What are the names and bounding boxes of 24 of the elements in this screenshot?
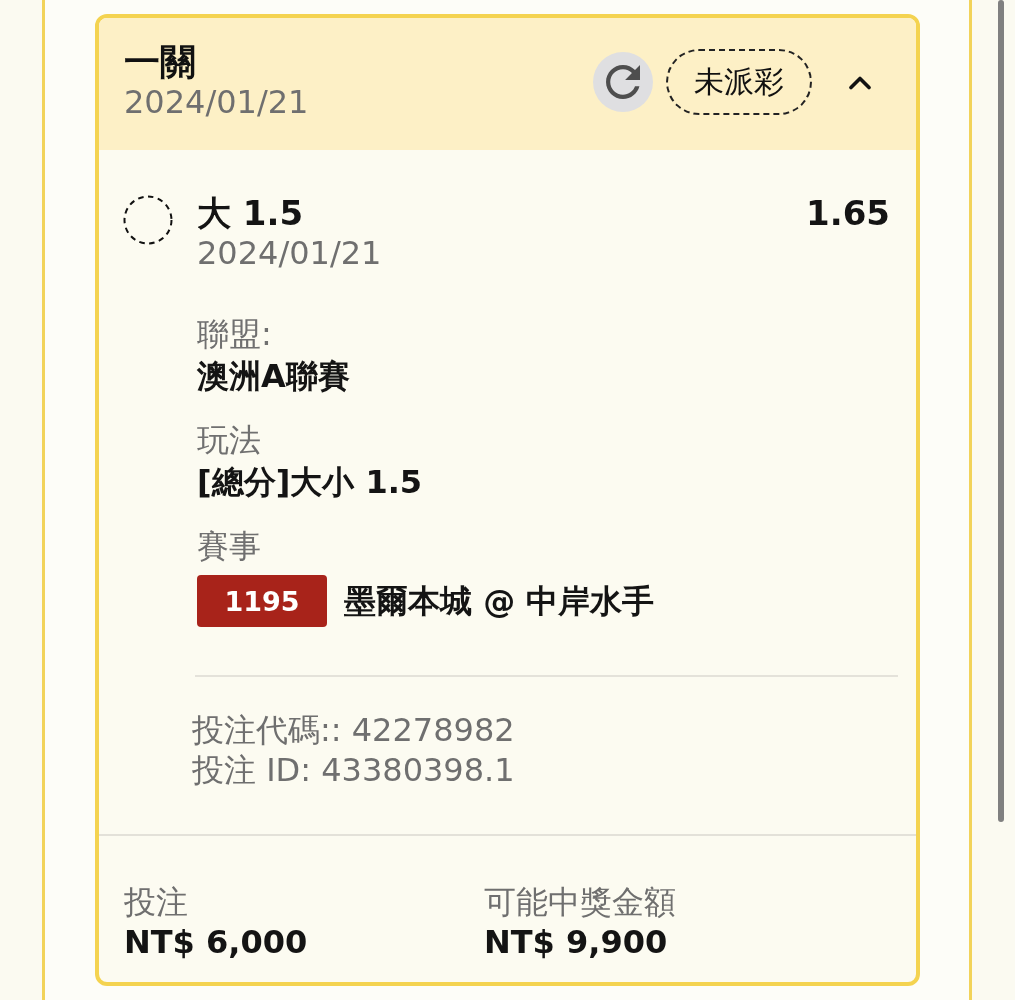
selection-title: 大 1.5 [197, 193, 305, 233]
total-label: 可能中獎金額 [484, 882, 677, 922]
detail-value: 澳洲A聯賽 [197, 356, 351, 397]
dashed-circle-icon [123, 195, 173, 245]
total-label: 投注 [124, 882, 189, 922]
bet-reference: 投注代碼:: 42278982 [192, 710, 516, 750]
detail-label: 玩法 [197, 420, 262, 461]
total-amount: NT$ 6,000 [124, 922, 309, 962]
status-badge: 未派彩 [666, 49, 812, 115]
chevron-up-icon [848, 74, 872, 90]
scrollbar-thumb[interactable] [998, 0, 1004, 822]
match-teams: 墨爾本城 @ 中岸水手 [344, 581, 655, 622]
selection-date: 2024/01/21 [197, 233, 383, 273]
refresh-icon [606, 65, 640, 99]
bet-type-title: 一關 [124, 42, 197, 82]
total-amount: NT$ 9,900 [484, 922, 669, 962]
detail-value: [總分]大小 1.5 [197, 462, 424, 503]
bet-reference: 投注 ID: 43380398.1 [192, 750, 516, 790]
detail-label: 賽事 [197, 526, 262, 567]
bet-date: 2024/01/21 [124, 82, 309, 122]
refresh-button[interactable] [593, 52, 653, 112]
detail-label: 聯盟: [197, 314, 273, 355]
match-number-badge: 1195 [197, 575, 327, 627]
odds-value: 1.65 [806, 193, 890, 233]
